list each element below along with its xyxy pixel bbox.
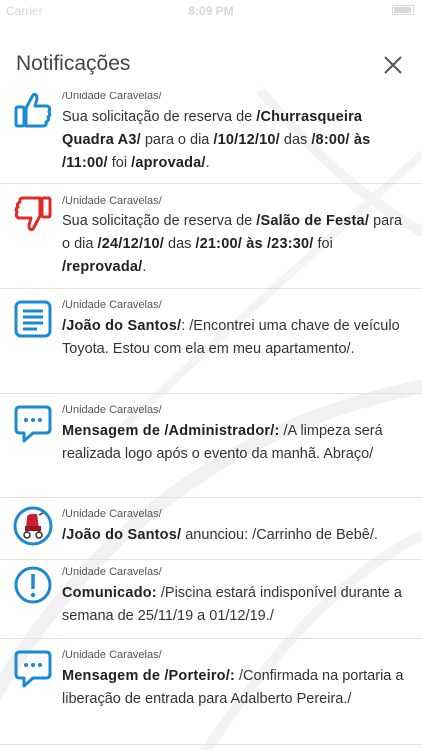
body-text: . xyxy=(205,155,210,171)
page-title: Notificações xyxy=(16,52,131,75)
body-text: das xyxy=(163,236,196,252)
emphasis-text: Comunicado: xyxy=(62,585,157,601)
notification-item[interactable]: /Unidade Caravelas/ Mensagem de /Porteir… xyxy=(0,639,422,745)
notification-item[interactable]: /Unidade Caravelas/ Sua solicitação de r… xyxy=(0,92,422,184)
notification-list: /Unidade Caravelas/ Sua solicitação de r… xyxy=(0,92,422,750)
header: Notificações xyxy=(0,38,422,92)
body-text: . xyxy=(142,259,147,275)
notification-item[interactable]: /Unidade Caravelas/ Mensagem de /Adminis… xyxy=(0,394,422,498)
notification-text: /João do Santos/ anunciou: /Carrinho de … xyxy=(62,524,412,547)
notification-text: Mensagem de /Administrador/: /A limpeza … xyxy=(62,420,412,466)
body-text: Sua solicitação de reserva de xyxy=(62,109,257,125)
emphasis-text: /24/12/10/ xyxy=(97,236,164,252)
unit-label: /Unidade Caravelas/ xyxy=(62,92,162,102)
notification-item[interactable]: /Unidade Caravelas/ Sua solicitação de r… xyxy=(0,184,422,289)
unit-label: /Unidade Caravelas/ xyxy=(62,566,162,578)
thumbs-up-icon xyxy=(14,93,52,128)
emphasis-text: /reprovada/ xyxy=(62,259,143,275)
unit-label: /Unidade Caravelas/ xyxy=(62,508,162,520)
notification-text: /João do Santos/: /Encontrei uma chave d… xyxy=(62,315,412,361)
notification-text: Sua solicitação de reserva de /Churrasqu… xyxy=(62,106,412,175)
body-text: Sua solicitação de reserva de xyxy=(62,213,257,229)
body-text: anunciou: /Carrinho de Bebê/. xyxy=(181,527,378,543)
unit-label: /Unidade Caravelas/ xyxy=(62,649,162,661)
thumbs-down-icon xyxy=(14,196,52,231)
notification-item[interactable]: /Unidade Caravelas/ /João do Santos/ anu… xyxy=(0,498,422,560)
close-icon[interactable] xyxy=(382,54,404,76)
body-text: das xyxy=(279,132,312,148)
notification-text: Mensagem de /Porteiro/: /Confirmada na p… xyxy=(62,665,412,711)
body-text: para o dia xyxy=(140,132,214,148)
emphasis-text: /João do Santos/ xyxy=(62,318,182,334)
emphasis-text: /João do Santos/ xyxy=(62,527,182,543)
exclamation-icon xyxy=(14,566,52,604)
battery-icon xyxy=(392,5,414,15)
chat-bubble-icon xyxy=(14,405,52,443)
notification-text: Sua solicitação de reserva de /Salão de … xyxy=(62,210,412,279)
clock: 8:09 PM xyxy=(188,4,234,18)
document-icon xyxy=(14,300,52,338)
unit-label: /Unidade Caravelas/ xyxy=(62,404,162,416)
body-text: foi xyxy=(313,236,333,252)
body-text: foi xyxy=(107,155,132,171)
emphasis-text: /10/12/10/ xyxy=(213,132,280,148)
notification-item[interactable]: /Unidade Caravelas/ /João do Santos/: /E… xyxy=(0,289,422,394)
chat-bubble-icon xyxy=(14,650,52,688)
notification-item[interactable]: /Unidade Caravelas/ Comunicado: /Piscina… xyxy=(0,560,422,639)
status-bar: Carrier 8:09 PM xyxy=(0,0,422,22)
notification-text: Comunicado: /Piscina estará indisponível… xyxy=(62,582,412,628)
emphasis-text: Mensagem de /Porteiro/: xyxy=(62,668,235,684)
stroller-avatar-icon xyxy=(13,506,53,546)
emphasis-text: Mensagem de /Administrador/: xyxy=(62,423,280,439)
emphasis-text: /aprovada/ xyxy=(131,155,206,171)
unit-label: /Unidade Caravelas/ xyxy=(62,195,162,207)
emphasis-text: /21:00/ às /23:30/ xyxy=(195,236,314,252)
emphasis-text: /Salão de Festa/ xyxy=(256,213,370,229)
unit-label: /Unidade Caravelas/ xyxy=(62,299,162,311)
